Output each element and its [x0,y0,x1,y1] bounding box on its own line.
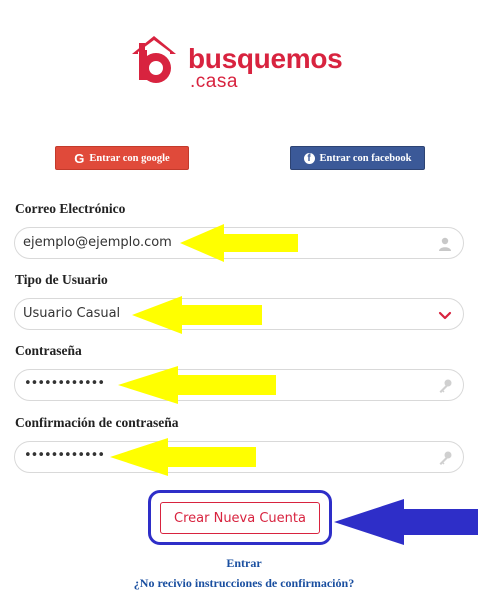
google-icon: G [74,150,85,166]
annotation-arrow-password [118,366,276,404]
password-label: Contraseña [15,343,82,358]
key-icon [439,379,452,393]
facebook-login-button[interactable]: f Entrar con facebook [290,146,425,170]
annotation-arrow-password-confirm [110,438,256,476]
brand-name: busquemos [188,43,343,74]
password-confirm-value: •••••••••••• [24,448,105,463]
annotation-arrow-email [180,224,298,262]
key-icon [439,451,452,465]
google-login-label: Entrar con google [89,152,170,164]
email-value: ejemplo@ejemplo.com [23,235,172,250]
house-logo-icon [132,36,176,83]
create-account-button[interactable]: Crear Nueva Cuenta [160,502,320,534]
facebook-login-label: Entrar con facebook [319,152,412,164]
brand-logo: busquemos .casa [130,34,360,94]
password-value: •••••••••••• [24,376,105,391]
email-label: Correo Electrónico [15,201,126,216]
password-confirm-label: Confirmación de contraseña [15,415,179,430]
chevron-down-icon [438,311,452,320]
user-icon [439,237,451,251]
resend-confirmation-link[interactable]: ¿No recivio instrucciones de confirmació… [0,576,488,591]
google-login-button[interactable]: G Entrar con google [55,146,189,170]
user-type-value: Usuario Casual [23,306,121,321]
annotation-arrow-user-type [132,296,262,334]
login-link[interactable]: Entrar [0,556,488,571]
facebook-icon: f [303,152,315,164]
user-type-label: Tipo de Usuario [15,272,108,287]
annotation-arrow-create [334,499,478,545]
brand-subname: .casa [190,71,238,92]
